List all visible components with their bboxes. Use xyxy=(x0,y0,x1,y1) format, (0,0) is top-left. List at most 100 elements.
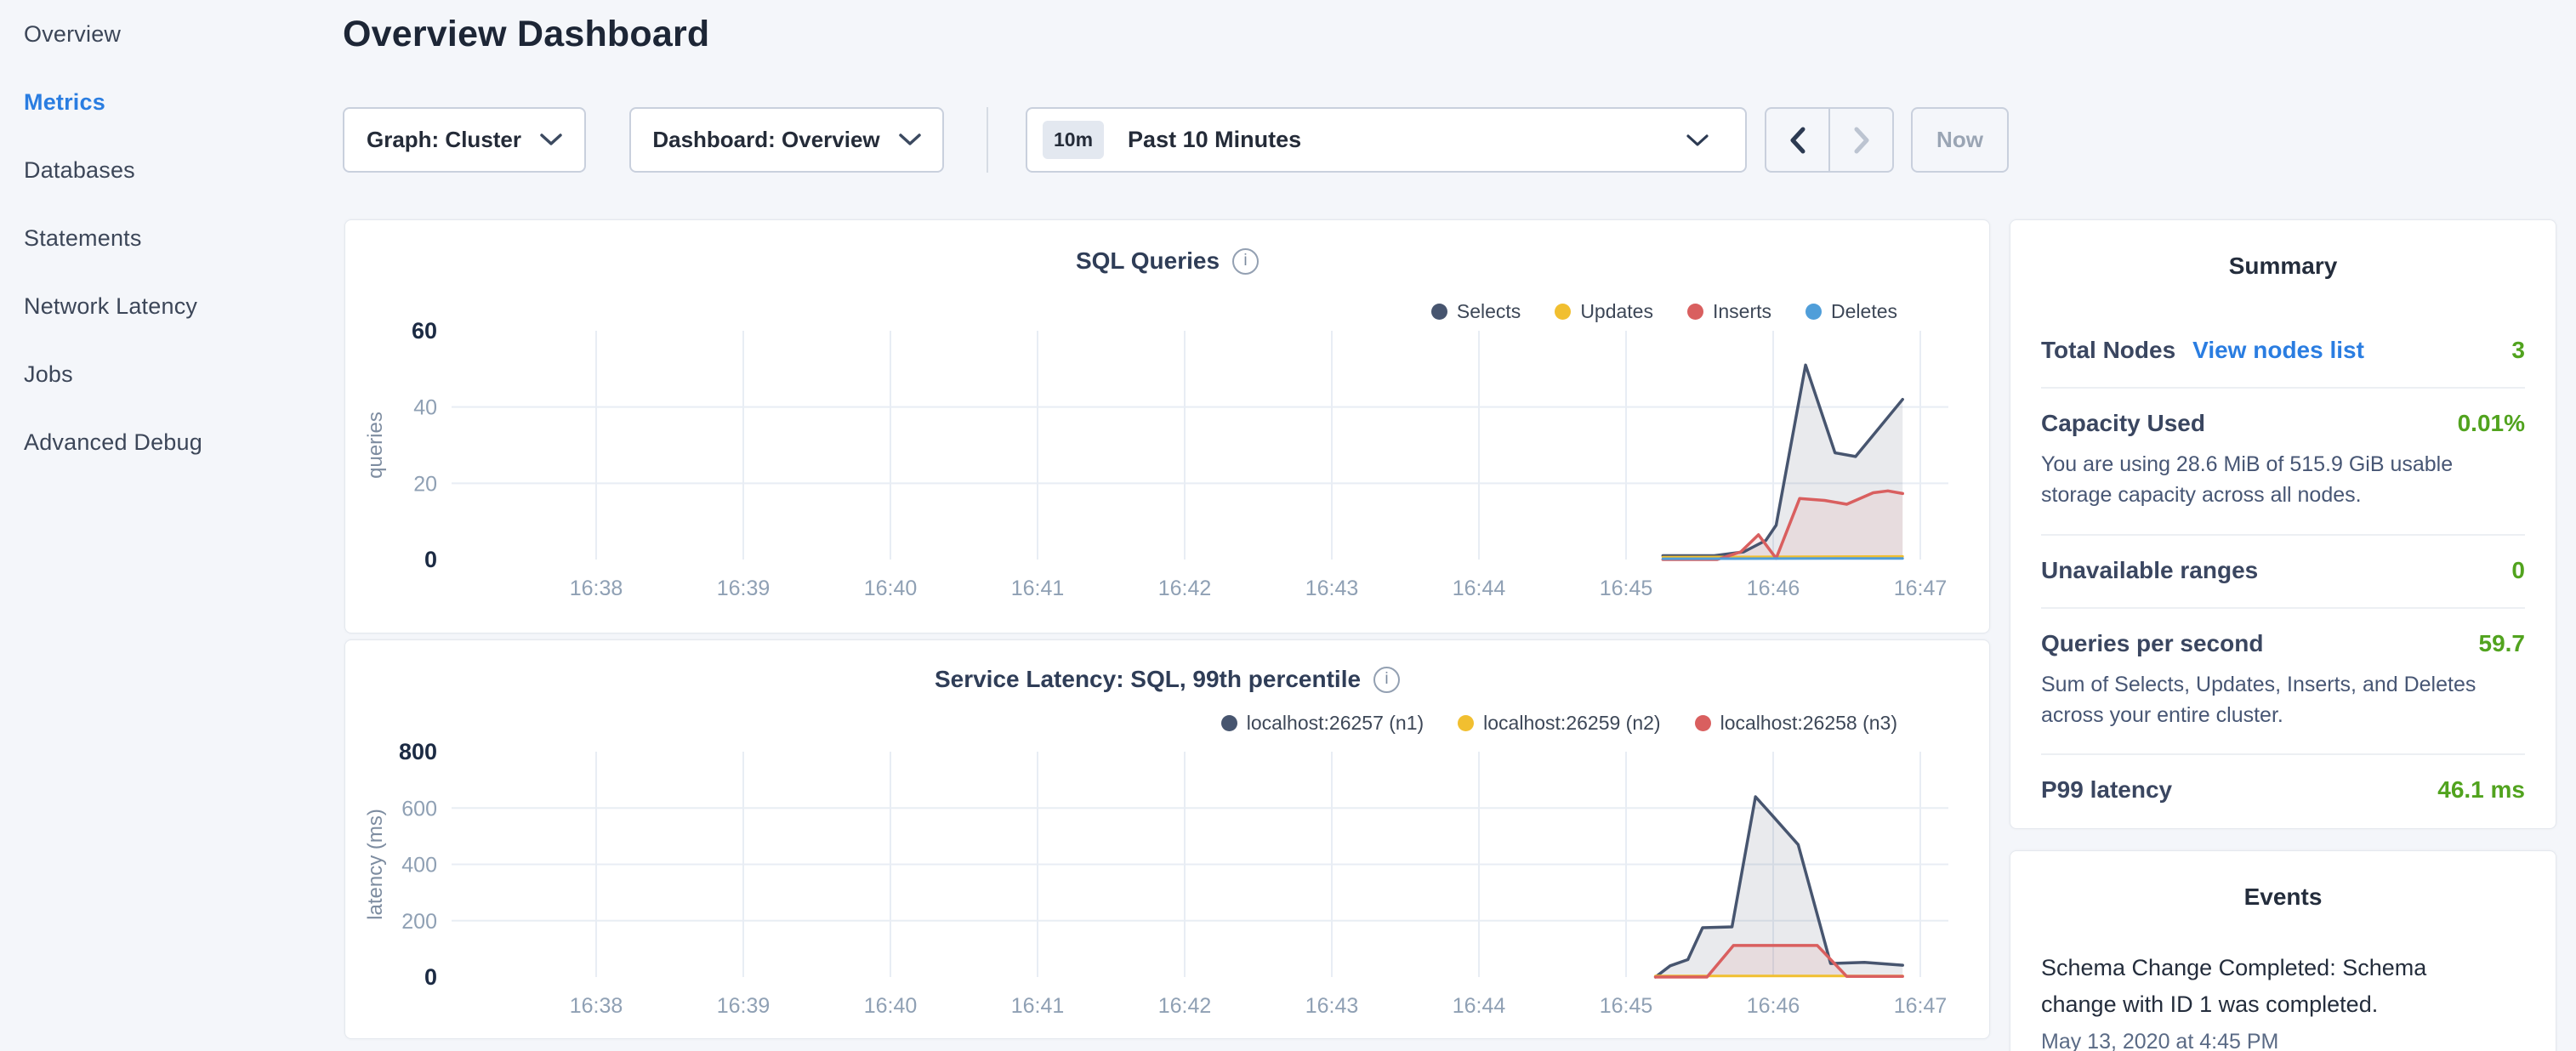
legend-item-updates: Updates xyxy=(1555,300,1653,323)
legend-item-inserts: Inserts xyxy=(1687,300,1771,323)
info-icon[interactable]: i xyxy=(1373,667,1400,693)
summary-rows: Total Nodes View nodes list 3 Capacity U… xyxy=(2010,315,2556,827)
chevron-down-icon xyxy=(1686,134,1709,147)
sidebar-item-jobs[interactable]: Jobs xyxy=(0,340,340,408)
x-tick-label: 16:41 xyxy=(1011,577,1065,600)
legend-item-n2: localhost:26259 (n2) xyxy=(1458,712,1660,735)
series-color-dot xyxy=(1695,715,1711,731)
sidebar-item-network-latency[interactable]: Network Latency xyxy=(0,272,340,340)
series-color-dot xyxy=(1555,304,1571,320)
summary-row-unavailable-ranges: Unavailable ranges 0 xyxy=(2041,534,2525,607)
x-tick-label: 16:45 xyxy=(1600,577,1653,600)
time-range-selector[interactable]: 10m Past 10 Minutes xyxy=(1026,107,1747,173)
summary-row-p99-latency: P99 latency 46.1 ms xyxy=(2041,753,2525,827)
sql-queries-plot[interactable]: 16:38 16:39 16:40 16:41 16:42 16:43 16:44 16:45… xyxy=(345,220,1991,634)
sql-queries-title-row: SQL Queries i xyxy=(345,247,1989,275)
x-tick-label: 16:43 xyxy=(1305,994,1359,1018)
chevron-down-icon xyxy=(899,134,921,146)
x-tick-label: 16:38 xyxy=(570,577,623,600)
event-timestamp: May 13, 2020 at 4:45 PM xyxy=(2041,1030,2525,1051)
y-tick-label: 400 xyxy=(401,854,437,878)
x-tick-label: 16:47 xyxy=(1894,577,1948,600)
sql-queries-legend: Selects Updates Inserts Deletes xyxy=(1431,300,1897,323)
info-icon[interactable]: i xyxy=(1232,248,1259,275)
chart-title: SQL Queries xyxy=(1076,247,1220,275)
sidebar-item-metrics[interactable]: Metrics xyxy=(0,68,340,136)
time-range-badge: 10m xyxy=(1043,121,1104,159)
chevron-left-icon xyxy=(1788,125,1808,156)
total-nodes-value: 3 xyxy=(2511,337,2525,364)
unavailable-ranges-value: 0 xyxy=(2511,557,2525,584)
y-tick-label: 60 xyxy=(412,318,437,344)
x-tick-label: 16:40 xyxy=(864,994,918,1018)
capacity-used-subtext: You are using 28.6 MiB of 515.9 GiB usab… xyxy=(2041,449,2525,511)
service-latency-legend: localhost:26257 (n1) localhost:26259 (n2… xyxy=(1221,712,1897,735)
graph-node-dropdown[interactable]: Graph: Cluster xyxy=(343,107,586,173)
x-tick-label: 16:44 xyxy=(1453,577,1506,600)
sidebar-item-overview[interactable]: Overview xyxy=(0,0,340,68)
sidebar-item-databases[interactable]: Databases xyxy=(0,136,340,204)
x-tick-label: 16:43 xyxy=(1305,577,1359,600)
event-text: Schema Change Completed: Schema change w… xyxy=(2041,950,2441,1023)
y-axis-title: latency (ms) xyxy=(364,809,387,920)
legend-item-n3: localhost:26258 (n3) xyxy=(1695,712,1897,735)
summary-row-queries-per-second: Queries per second 59.7 Sum of Selects, … xyxy=(2041,607,2525,754)
chevron-down-icon xyxy=(540,134,562,146)
x-tick-label: 16:42 xyxy=(1158,577,1212,600)
series-color-dot xyxy=(1458,715,1474,731)
series-color-dot xyxy=(1431,304,1447,320)
y-tick-label: 0 xyxy=(424,964,437,990)
chart-title: Service Latency: SQL, 99th percentile xyxy=(935,666,1361,693)
next-time-window-button[interactable] xyxy=(1830,109,1892,171)
sidebar-item-advanced-debug[interactable]: Advanced Debug xyxy=(0,408,340,476)
summary-panel: Summary Total Nodes View nodes list 3 Ca… xyxy=(2010,219,2556,829)
legend-item-selects: Selects xyxy=(1431,300,1521,323)
now-button[interactable]: Now xyxy=(1911,107,2009,173)
sql-queries-chart-card: 16:38 16:39 16:40 16:41 16:42 16:43 16:44 16:45… xyxy=(344,219,1990,633)
x-tick-label: 16:39 xyxy=(717,994,771,1018)
x-tick-label: 16:39 xyxy=(717,577,771,600)
series-line-yellow xyxy=(1663,556,1902,557)
app-root: Overview Metrics Databases Statements Ne… xyxy=(0,0,2576,1051)
chevron-right-icon xyxy=(1851,125,1872,156)
service-latency-plot[interactable]: 16:3816:3916:4016:4116:4216:4316:4416:45… xyxy=(345,640,1991,1040)
series-color-dot xyxy=(1221,715,1237,731)
legend-item-n1: localhost:26257 (n1) xyxy=(1221,712,1424,735)
events-heading: Events xyxy=(2010,851,2556,911)
queries-per-second-value: 59.7 xyxy=(2479,630,2526,657)
x-tick-label: 16:38 xyxy=(570,994,623,1018)
event-item[interactable]: Schema Change Completed: Schema change w… xyxy=(2010,950,2556,1051)
legend-item-deletes: Deletes xyxy=(1805,300,1897,323)
capacity-used-value: 0.01% xyxy=(2458,410,2525,437)
queries-per-second-subtext: Sum of Selects, Updates, Inserts, and De… xyxy=(2041,669,2525,731)
p99-latency-value: 46.1 ms xyxy=(2437,776,2525,804)
y-tick-label: 20 xyxy=(413,472,437,496)
x-tick-label: 16:47 xyxy=(1894,994,1948,1018)
events-panel: Events Schema Change Completed: Schema c… xyxy=(2010,850,2556,1051)
x-tick-label: 16:40 xyxy=(864,577,918,600)
y-axis-title: queries xyxy=(364,412,387,479)
y-tick-label: 0 xyxy=(424,547,437,572)
page-title: Overview Dashboard xyxy=(343,14,709,55)
dashboard-dropdown-label: Dashboard: Overview xyxy=(652,127,879,153)
x-tick-label: 16:46 xyxy=(1747,577,1800,600)
y-tick-label: 200 xyxy=(401,910,437,934)
y-tick-label: 40 xyxy=(413,396,437,420)
controls-divider xyxy=(987,107,988,173)
x-tick-label: 16:42 xyxy=(1158,994,1212,1018)
sidebar: Overview Metrics Databases Statements Ne… xyxy=(0,0,340,1051)
time-range-label: Past 10 Minutes xyxy=(1128,127,1301,153)
service-latency-title-row: Service Latency: SQL, 99th percentile i xyxy=(345,666,1989,693)
series-color-dot xyxy=(1687,304,1703,320)
y-tick-label: 600 xyxy=(401,797,437,821)
sidebar-item-statements[interactable]: Statements xyxy=(0,204,340,272)
prev-time-window-button[interactable] xyxy=(1766,109,1830,171)
x-tick-label: 16:46 xyxy=(1747,994,1800,1018)
summary-row-capacity-used: Capacity Used 0.01% You are using 28.6 M… xyxy=(2041,387,2525,534)
summary-row-total-nodes: Total Nodes View nodes list 3 xyxy=(2041,315,2525,387)
view-nodes-list-link[interactable]: View nodes list xyxy=(2192,337,2364,364)
series-color-dot xyxy=(1805,304,1822,320)
graph-dropdown-label: Graph: Cluster xyxy=(367,127,521,153)
y-tick-label: 800 xyxy=(399,739,437,764)
dashboard-dropdown[interactable]: Dashboard: Overview xyxy=(629,107,944,173)
